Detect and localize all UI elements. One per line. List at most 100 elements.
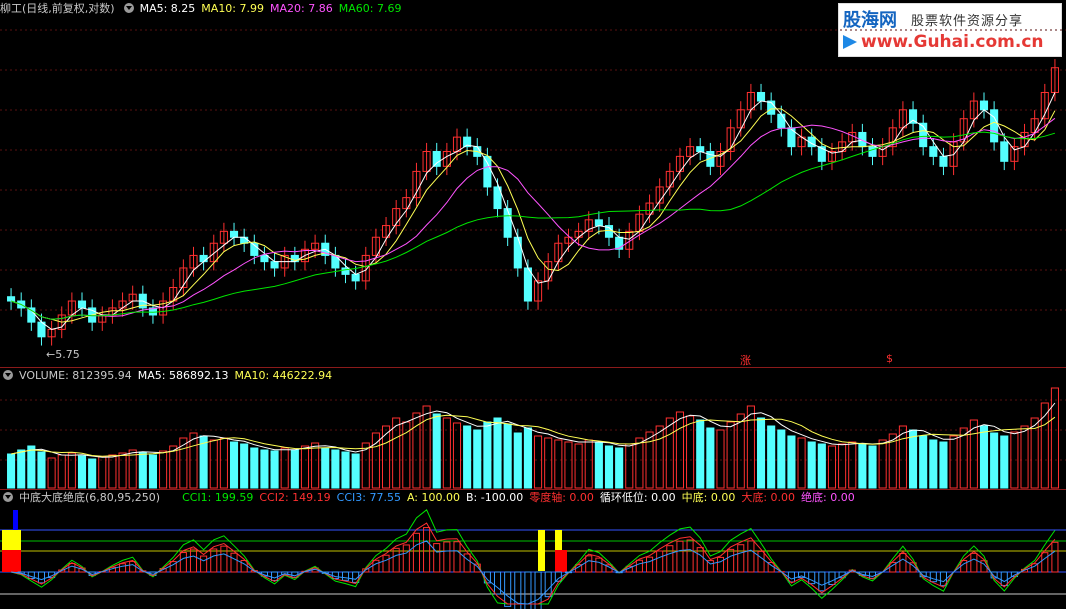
volume-bar <box>959 427 968 489</box>
oscillator-bar <box>179 552 187 573</box>
volume-bar <box>118 452 127 489</box>
volume-bar <box>919 435 928 489</box>
volume-bar <box>868 445 877 489</box>
volume-bar <box>979 425 989 489</box>
volume-bar <box>311 442 320 489</box>
volume-bar <box>463 425 472 489</box>
oscillator-bar <box>595 557 603 573</box>
volume-bar <box>675 411 684 489</box>
oscillator-bar <box>402 544 410 573</box>
volume-bar <box>47 457 56 489</box>
volume-bar <box>1050 387 1059 489</box>
volume-bar <box>503 423 512 489</box>
volume-bar <box>827 445 837 489</box>
ma5-line <box>10 92 1056 330</box>
oscillator-bar <box>544 571 552 598</box>
oscillator-bar <box>412 532 420 573</box>
volume-bar <box>108 454 117 489</box>
volume-bar <box>990 432 999 489</box>
volume-bar <box>169 445 178 489</box>
volume-bar <box>594 441 603 489</box>
candle-body <box>270 261 279 269</box>
candle-body <box>7 296 16 302</box>
volume-bar <box>270 450 279 489</box>
ma10-line <box>10 108 1056 323</box>
volume-bar <box>432 413 441 489</box>
candle-body <box>351 273 360 282</box>
volume-bar <box>797 437 806 489</box>
candle-body <box>513 236 522 269</box>
oscillator-bar <box>372 559 380 573</box>
candle-body <box>756 91 766 102</box>
candle-body <box>341 267 350 275</box>
volume-bar <box>534 435 543 489</box>
oscillator-bar <box>210 548 218 573</box>
volume-bar <box>17 449 26 489</box>
oscillator-bar <box>463 553 471 573</box>
volume-bar <box>88 458 97 489</box>
volume-bar <box>483 421 492 489</box>
candle-body <box>979 100 989 111</box>
volume-bar <box>442 417 451 489</box>
oscillator-bar <box>392 547 400 573</box>
volume-bar <box>402 421 411 489</box>
oscillator-bar <box>230 552 238 573</box>
candle-body <box>939 155 948 167</box>
volume-bar <box>949 435 958 489</box>
volume-bar <box>27 445 36 489</box>
candle-body <box>1000 141 1009 162</box>
volume-bar <box>767 425 776 489</box>
oscillator-bar <box>828 571 836 586</box>
volume-bar <box>838 443 847 489</box>
volume-bar <box>706 427 715 489</box>
volume-bar <box>939 441 948 489</box>
oscillator-bar <box>757 550 765 573</box>
volume-bar <box>807 441 816 489</box>
volume-bar <box>382 425 391 489</box>
volume-bar <box>1020 425 1029 489</box>
candle-body <box>929 146 938 157</box>
oscillator-bar <box>433 543 441 573</box>
volume-bar <box>422 405 431 489</box>
volume-bar <box>696 419 705 489</box>
volume-bar <box>756 417 766 489</box>
oscillator-bar <box>68 563 76 573</box>
candle-body <box>990 109 999 143</box>
volume-bar <box>209 439 218 489</box>
volume-bar <box>37 451 46 489</box>
signal-block-red <box>2 550 21 572</box>
volume-bar <box>817 443 826 489</box>
volume-bar <box>574 443 583 489</box>
oscillator-bar <box>1051 541 1059 573</box>
oscillator-bar <box>929 571 937 583</box>
candle-body <box>483 155 492 188</box>
oscillator-bar <box>443 541 451 573</box>
volume-bar <box>564 441 573 489</box>
candle-body <box>229 230 239 238</box>
candle-body <box>777 113 786 129</box>
volume-bar <box>878 439 887 489</box>
oscillator-bar <box>808 571 816 585</box>
volume-bar <box>452 422 462 489</box>
volume-bar <box>341 451 350 489</box>
oscillator-bar <box>635 559 643 573</box>
candle-body <box>868 146 877 157</box>
candle-body <box>503 208 512 238</box>
candle-body <box>432 150 441 167</box>
candle-body <box>77 300 87 309</box>
volume-bar <box>159 450 168 489</box>
volume-bar <box>290 449 299 489</box>
volume-bar <box>746 405 755 489</box>
oscillator-bar <box>271 571 279 582</box>
volume-bar <box>98 456 107 489</box>
stock-chart-canvas[interactable] <box>0 0 1066 609</box>
volume-bar <box>473 429 482 489</box>
oscillator-bar <box>504 571 512 607</box>
oscillator-bar <box>37 571 46 584</box>
oscillator-bar <box>220 545 228 573</box>
oscillator-bar <box>737 544 745 573</box>
oscillator-bar <box>200 555 208 573</box>
volume-bar <box>787 435 796 489</box>
volume-bar <box>635 437 644 489</box>
oscillator-bar <box>341 571 350 581</box>
